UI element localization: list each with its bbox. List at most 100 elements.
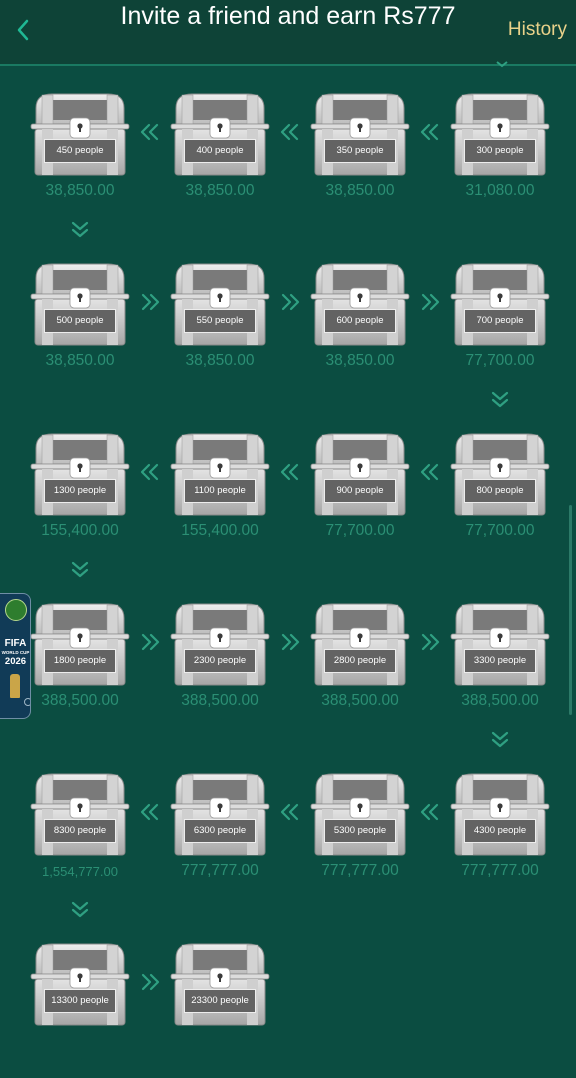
chevron-stroke xyxy=(288,463,299,481)
header-bar: Invite a friend and earn Rs777 History xyxy=(0,0,576,66)
reward-tier: 500 people 38,850.00 xyxy=(20,238,140,398)
treasure-chest[interactable]: 2800 people xyxy=(310,600,410,686)
treasure-chest[interactable]: 23300 people xyxy=(170,940,270,1026)
reward-amount: 388,500.00 xyxy=(461,692,539,709)
back-button[interactable] xyxy=(8,14,40,46)
chevron-stroke xyxy=(281,293,292,311)
treasure-chest[interactable]: 500 people xyxy=(30,260,130,346)
chevron-stroke xyxy=(420,803,431,821)
fifa-world-cup-badge[interactable]: FIFA WORLD CUP 2026 xyxy=(0,593,31,719)
reward-tier: 3300 people 388,500.00 xyxy=(440,578,560,738)
chevron-stroke xyxy=(289,633,300,651)
treasure-chest[interactable]: 600 people xyxy=(310,260,410,346)
treasure-chest-icon xyxy=(310,773,410,856)
treasure-chest-icon xyxy=(450,433,550,516)
people-label: 900 people xyxy=(324,479,396,503)
trophy-icon xyxy=(10,674,20,698)
treasure-chest-icon xyxy=(170,943,270,1026)
treasure-chest[interactable]: 700 people xyxy=(450,260,550,346)
treasure-chest[interactable]: 2300 people xyxy=(170,600,270,686)
treasure-chest[interactable]: 1100 people xyxy=(170,430,270,516)
treasure-chest[interactable]: 1300 people xyxy=(30,430,130,516)
treasure-chest[interactable]: 900 people xyxy=(310,430,410,516)
history-link[interactable]: History xyxy=(508,19,567,41)
people-label: 3300 people xyxy=(464,649,536,673)
reward-amount: 777,777.00 xyxy=(181,862,259,879)
reward-amount: 38,850.00 xyxy=(45,352,115,369)
close-icon[interactable] xyxy=(24,698,30,706)
reward-tier: 350 people 38,850.00 xyxy=(300,68,420,228)
treasure-chest-icon xyxy=(450,93,550,176)
treasure-chest-icon xyxy=(30,93,130,176)
reward-amount: 31,080.00 xyxy=(465,182,535,199)
chevron-stroke xyxy=(140,123,151,141)
chevron-stroke xyxy=(71,221,89,231)
reward-amount: 38,850.00 xyxy=(325,182,395,199)
people-label: 2800 people xyxy=(324,649,396,673)
double-chevron-right-icon xyxy=(281,633,300,651)
chevron-stroke xyxy=(420,463,431,481)
treasure-chest-icon xyxy=(170,263,270,346)
chevron-stroke xyxy=(420,123,431,141)
reward-amount: 38,850.00 xyxy=(45,182,115,199)
reward-amount: 38,850.00 xyxy=(325,352,395,369)
chevron-stroke xyxy=(71,568,89,578)
reward-tier: 1300 people 155,400.00 xyxy=(20,408,140,568)
scrollbar[interactable] xyxy=(569,505,572,715)
chevron-left-icon xyxy=(17,19,29,41)
people-label: 1300 people xyxy=(44,479,116,503)
treasure-chest[interactable]: 800 people xyxy=(450,430,550,516)
treasure-chest[interactable]: 400 people xyxy=(170,90,270,176)
double-chevron-left-icon xyxy=(140,123,159,141)
treasure-chest[interactable]: 550 people xyxy=(170,260,270,346)
reward-tier: 600 people 38,850.00 xyxy=(300,238,420,398)
treasure-chest[interactable]: 4300 people xyxy=(450,770,550,856)
chevron-stroke xyxy=(148,123,159,141)
treasure-chest-icon xyxy=(310,93,410,176)
treasure-chest[interactable]: 13300 people xyxy=(30,940,130,1026)
treasure-chest[interactable]: 1800 people xyxy=(30,600,130,686)
treasure-chest[interactable]: 3300 people xyxy=(450,600,550,686)
people-label: 350 people xyxy=(324,139,396,163)
treasure-chest[interactable]: 450 people xyxy=(30,90,130,176)
chevron-stroke xyxy=(491,391,509,401)
treasure-chest[interactable]: 6300 people xyxy=(170,770,270,856)
chevron-stroke xyxy=(491,731,509,741)
people-label: 5300 people xyxy=(324,819,396,843)
chevron-stroke xyxy=(149,973,160,991)
treasure-chest[interactable]: 350 people xyxy=(310,90,410,176)
chevron-stroke xyxy=(148,803,159,821)
reward-amount: 38,850.00 xyxy=(185,352,255,369)
reward-tier: 2800 people 388,500.00 xyxy=(300,578,420,738)
fifa-badge-line1: FIFA xyxy=(4,638,27,649)
reward-tier: 2300 people 388,500.00 xyxy=(160,578,280,738)
chevron-stroke xyxy=(280,463,291,481)
double-chevron-left-icon xyxy=(140,803,159,821)
people-label: 6300 people xyxy=(184,819,256,843)
fifa-badge-line3: 2026 xyxy=(4,656,27,667)
treasure-chest[interactable]: 300 people xyxy=(450,90,550,176)
reward-amount: 777,777.00 xyxy=(461,862,539,879)
chevron-stroke xyxy=(288,803,299,821)
reward-tier: 8300 people 1,554,777.00 xyxy=(20,748,140,908)
reward-amount: 777,777.00 xyxy=(321,862,399,879)
people-label: 500 people xyxy=(44,309,116,333)
double-chevron-left-icon xyxy=(420,123,439,141)
treasure-chest[interactable]: 5300 people xyxy=(310,770,410,856)
treasure-chest-icon xyxy=(310,433,410,516)
double-chevron-left-icon xyxy=(280,803,299,821)
double-chevron-right-icon xyxy=(421,633,440,651)
double-chevron-left-icon xyxy=(280,463,299,481)
double-chevron-right-icon xyxy=(281,293,300,311)
treasure-chest[interactable]: 8300 people xyxy=(30,770,130,856)
chevron-stroke xyxy=(141,633,152,651)
chevron-stroke xyxy=(140,463,151,481)
chevron-stroke xyxy=(141,973,152,991)
chevron-stroke xyxy=(421,633,432,651)
people-label: 2300 people xyxy=(184,649,256,673)
reward-amount: 1,554,777.00 xyxy=(42,864,118,879)
double-chevron-right-icon xyxy=(141,973,160,991)
reward-amount: 388,500.00 xyxy=(41,692,119,709)
reward-amount: 388,500.00 xyxy=(321,692,399,709)
chevron-stroke xyxy=(71,908,89,918)
